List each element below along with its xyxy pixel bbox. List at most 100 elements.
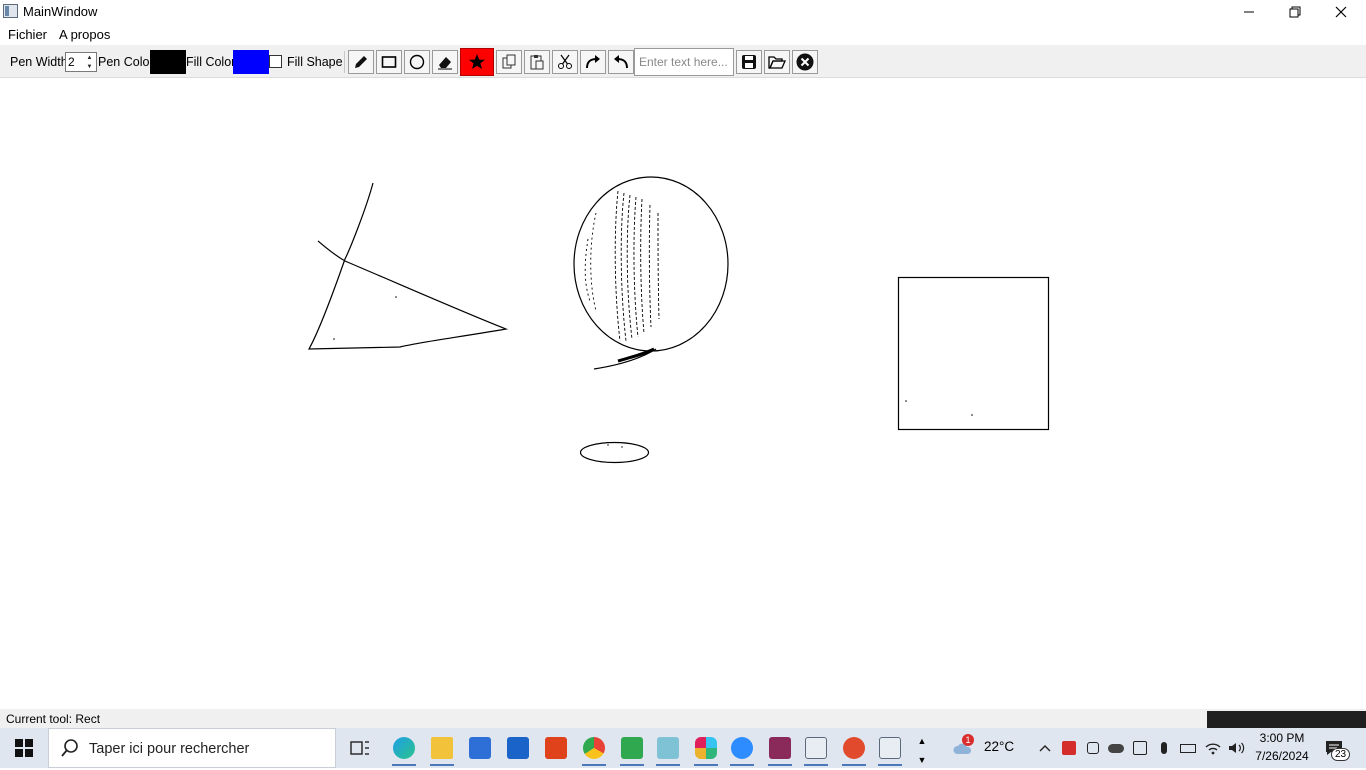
close-file-button[interactable] [792,50,818,74]
pencil-tool-button[interactable] [348,50,374,74]
winrar-icon [769,737,791,759]
menu-a-propos[interactable]: A propos [59,27,110,42]
status-overlay [1207,711,1366,728]
clock-time[interactable]: 3:00 PM [1258,731,1306,745]
circle-icon [409,54,425,70]
open-folder-icon [768,56,786,69]
pen-color-label: Pen Color [98,55,154,69]
star-tool-button[interactable] [460,48,494,76]
clock-date[interactable]: 7/26/2024 [1254,749,1310,763]
restore-icon [1289,6,1301,18]
minimize-icon [1244,11,1254,13]
paste-icon [530,55,544,70]
window-app[interactable] [798,730,834,766]
paste-button[interactable] [524,50,550,74]
fill-color-button[interactable] [233,50,269,74]
battery-icon[interactable] [1178,738,1198,758]
office-icon [545,737,567,759]
meet-now-icon[interactable] [1083,738,1103,758]
menu-bar: Fichier A propos [0,24,1366,45]
paint-app[interactable] [836,730,872,766]
slack-icon [695,737,717,759]
wifi-icon[interactable] [1203,738,1223,758]
status-text: Current tool: Rect [6,712,101,726]
notes-icon [657,737,679,759]
undo-button[interactable] [608,50,634,74]
pencil-icon [355,56,367,68]
close-icon [1335,6,1347,18]
drawing-canvas[interactable] [0,79,1366,709]
spin-down-icon[interactable]: ▼ [83,62,96,71]
window-app-icon [805,737,827,759]
slack-app[interactable] [688,730,724,766]
restore-button[interactable] [1272,0,1318,24]
pen-width-spinbox[interactable]: 2 ▲ ▼ [65,52,97,72]
rectangle-icon [381,56,397,68]
mail-icon [507,737,529,759]
search-icon [61,739,78,757]
minimize-button[interactable] [1226,0,1272,24]
rectangle-tool-button[interactable] [376,50,402,74]
eraser-icon [438,57,452,70]
chrome-app[interactable] [576,730,612,766]
title-bar: MainWindow [0,0,1366,24]
zoom-app[interactable] [724,730,760,766]
close-window-button[interactable] [1318,0,1364,24]
task-view-button[interactable] [342,730,378,766]
eraser-tool-button[interactable] [432,50,458,74]
winrar-app[interactable] [762,730,798,766]
pen-width-label: Pen Width [10,55,68,69]
search-placeholder: Taper ici pour rechercher [89,741,250,757]
mainwindow-app[interactable] [872,730,908,766]
chevron-up-icon[interactable] [1035,738,1055,758]
weather-temperature[interactable]: 22°C [984,739,1014,754]
app-icon [3,4,18,18]
circle-tool-button[interactable] [404,50,430,74]
copy-icon [502,54,516,69]
pen-color-button[interactable] [150,50,186,74]
file-explorer-app[interactable] [424,730,460,766]
volume-icon[interactable] [1227,738,1247,758]
text-input[interactable] [634,48,734,76]
qc-app[interactable] [614,730,650,766]
edge-app[interactable] [386,730,422,766]
store-app[interactable] [462,730,498,766]
spin-up-icon[interactable]: ▲ [83,53,96,62]
close-circle-icon [796,53,814,71]
status-bar: Current tool: Rect [0,709,1366,728]
pen-width-value[interactable]: 2 [68,55,75,69]
menu-fichier[interactable]: Fichier [8,27,47,42]
microphone-icon[interactable] [1154,738,1174,758]
taskbar-search[interactable]: Taper ici pour rechercher [48,728,336,768]
onedrive-icon[interactable] [1106,738,1126,758]
refresh-app-icon[interactable] [1130,738,1150,758]
toolbar-separator [344,51,345,73]
file-explorer-icon [431,737,453,759]
zoom-icon [731,737,753,759]
mainwindow-app-icon [879,737,901,759]
cut-icon [558,54,572,69]
open-button[interactable] [764,50,790,74]
paint-app-icon [843,737,865,759]
edge-icon [393,737,415,759]
mail-app[interactable] [500,730,536,766]
start-button[interactable] [0,728,48,768]
redo-icon [586,55,600,69]
scroll-down-icon[interactable]: ▼ [912,750,932,770]
store-icon [469,737,491,759]
task-view-icon [350,741,369,755]
star-icon [469,54,485,69]
cut-button[interactable] [552,50,578,74]
circle-shape [573,176,729,352]
save-button[interactable] [736,50,762,74]
notes-app[interactable] [650,730,686,766]
undo-icon [614,55,628,69]
save-icon [742,55,756,69]
acrobat-icon[interactable] [1059,738,1079,758]
scroll-up-icon[interactable]: ▲ [912,731,932,751]
office-app[interactable] [538,730,574,766]
redo-button[interactable] [580,50,606,74]
fill-shape-checkbox[interactable] [269,55,282,68]
copy-button[interactable] [496,50,522,74]
freehand-stroke [307,182,509,350]
